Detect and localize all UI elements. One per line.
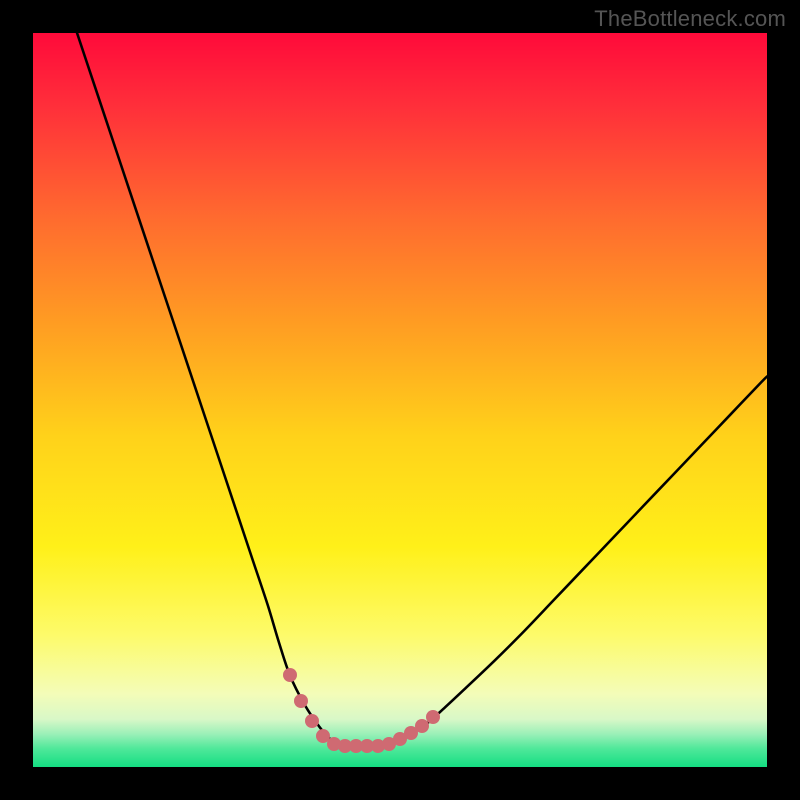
chart-frame: TheBottleneck.com [0,0,800,800]
curve-marker [305,714,319,728]
watermark-text: TheBottleneck.com [594,6,786,32]
bottleneck-curve [33,33,767,767]
curve-marker [283,668,297,682]
plot-area [33,33,767,767]
curve-marker [426,710,440,724]
curve-marker [294,694,308,708]
